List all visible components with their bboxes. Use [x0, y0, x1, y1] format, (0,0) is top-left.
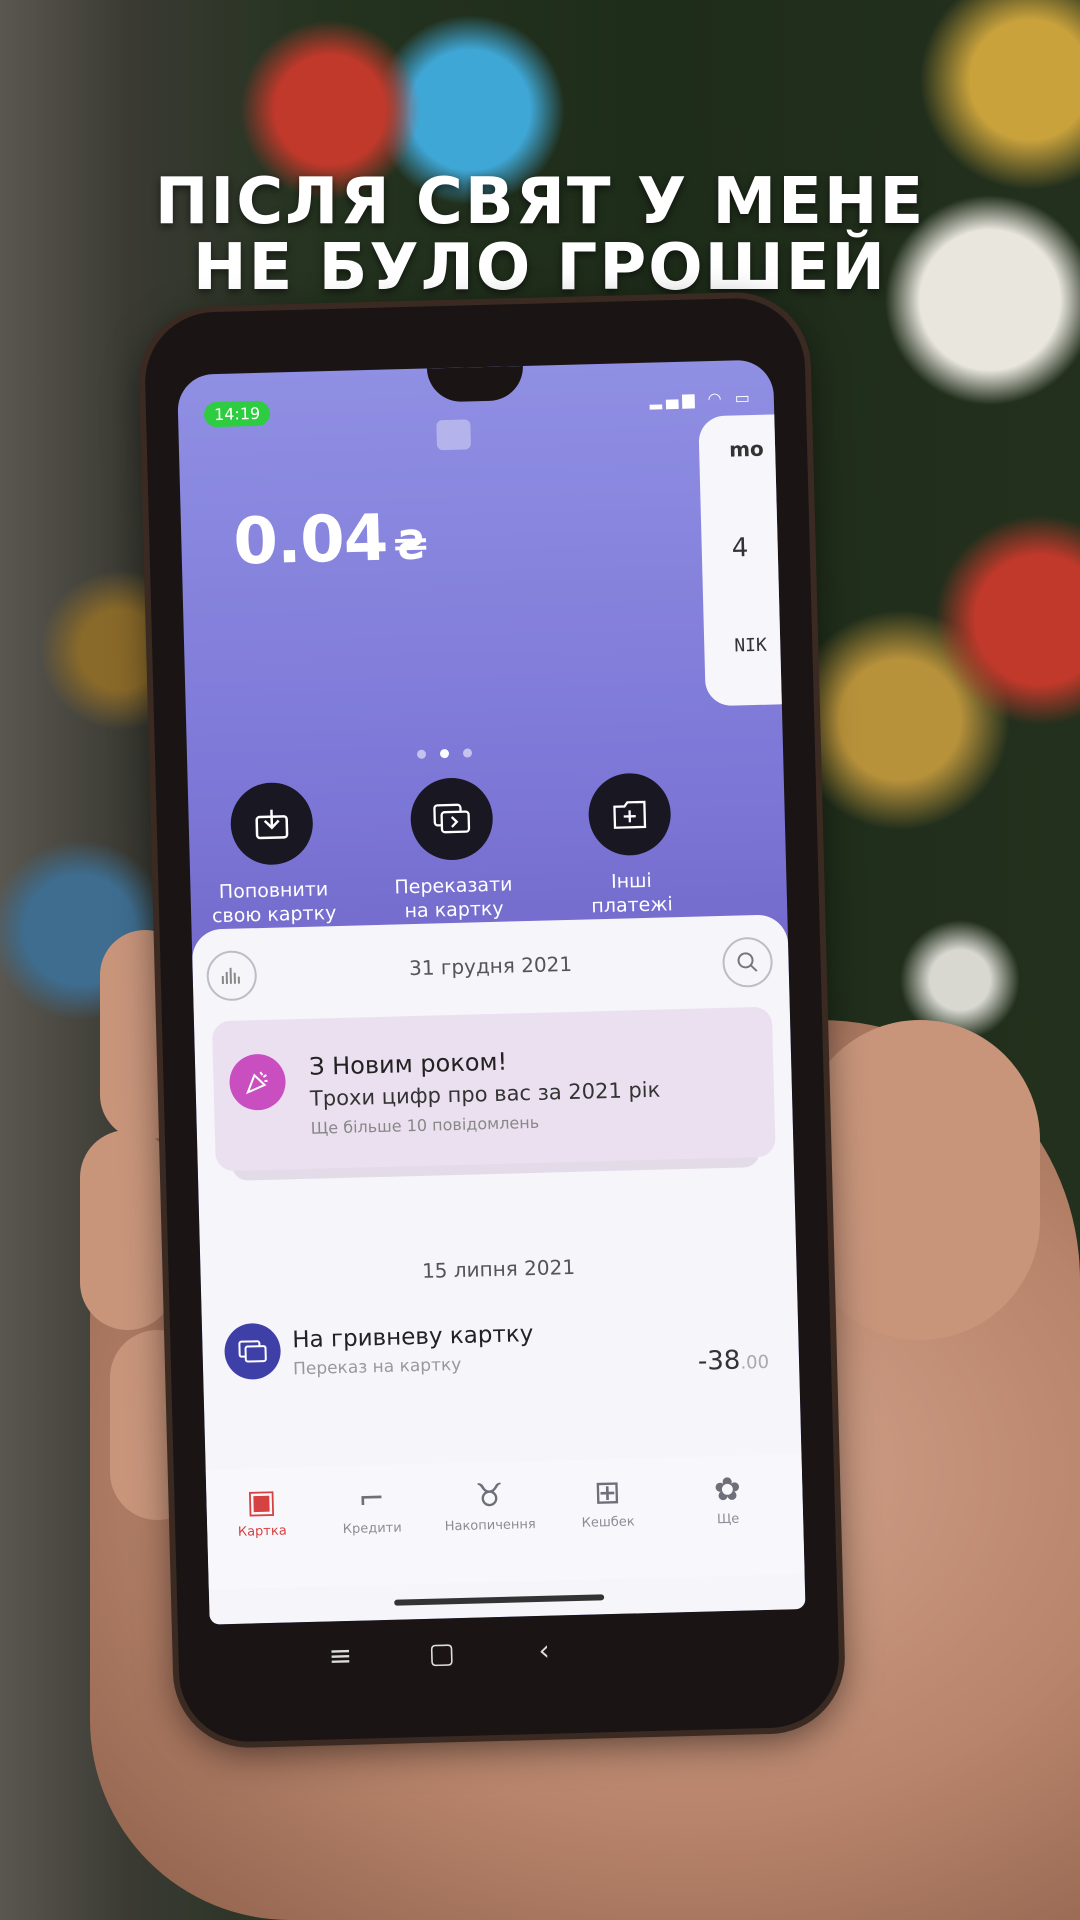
transfer-card-icon	[223, 1322, 282, 1381]
tab-credits[interactable]: ⌐ Кредити	[316, 1478, 427, 1538]
pager-dot	[416, 749, 427, 759]
bank-card-preview[interactable]: mo 4 NIK	[698, 413, 806, 707]
caption-line-1: ПІСЛЯ СВЯТ У МЕНЕ	[154, 165, 926, 239]
status-icons: ▂▄▆ ◠ ▭	[649, 388, 754, 410]
hand-finger	[80, 1130, 175, 1330]
search-button[interactable]	[721, 936, 774, 988]
new-year-notification-card[interactable]: З Новим роком! Трохи цифр про вас за 202…	[211, 1006, 776, 1172]
card-number: 4	[731, 533, 749, 564]
hand-thumb	[800, 1020, 1040, 1340]
tab-savings-label: Накопичення	[444, 1517, 536, 1535]
card-brand: mo	[728, 436, 765, 462]
add-payment-icon	[587, 772, 672, 857]
top-up-label-2: свою картку	[211, 902, 337, 928]
wifi-icon: ◠	[707, 388, 726, 409]
money-bag-icon: ♉	[474, 1475, 505, 1515]
tab-more[interactable]: ✿ Ще	[672, 1469, 783, 1529]
transaction-subtitle: Переказ на картку	[292, 1354, 462, 1380]
card-holder: NIK	[734, 634, 768, 657]
overlay-caption: ПІСЛЯ СВЯТ У МЕНЕ НЕ БУЛО ГРОШЕЙ	[0, 170, 1080, 302]
app-logo-icon	[436, 419, 472, 451]
card-pager-dots	[416, 742, 486, 763]
recent-apps-icon[interactable]: ≡	[328, 1639, 352, 1673]
tab-credits-label: Кредити	[342, 1520, 402, 1538]
pager-dot	[462, 748, 473, 758]
feed-date-header: 31 грудня 2021	[408, 951, 573, 981]
home-icon[interactable]: ▢	[428, 1636, 455, 1670]
notification-title: З Новим роком!	[308, 1047, 508, 1081]
other-payments-button[interactable]: Інші платежі	[544, 771, 718, 919]
signal-icon: ▂▄▆	[649, 389, 699, 410]
smartphone: 14:19 ▂▄▆ ◠ ▭ 0.04 ₴ mo 4 NIK Поповнити с…	[143, 296, 841, 1744]
notification-more: Ще більше 10 повідомлень	[310, 1112, 540, 1138]
notification-subtitle: Трохи цифр про вас за 2021 рік	[309, 1077, 661, 1111]
tab-savings[interactable]: ♉ Накопичення	[434, 1475, 545, 1535]
amount-whole: -38	[697, 1345, 741, 1377]
download-icon	[229, 781, 314, 866]
gift-icon: ⊞	[593, 1472, 622, 1512]
system-navigation-bar: ≡ ▢ ‹	[178, 1616, 839, 1693]
account-balance: 0.04 ₴	[232, 501, 427, 580]
sock-icon: ⌐	[357, 1478, 386, 1518]
bottom-tab-bar: ▣ Картка ⌐ Кредити ♉ Накопичення ⊞ Кешбе…	[205, 1454, 805, 1590]
tab-cashback-label: Кешбек	[581, 1514, 635, 1531]
feed-date-header: 15 липня 2021	[421, 1254, 576, 1283]
phone-screen: 14:19 ▂▄▆ ◠ ▭ 0.04 ₴ mo 4 NIK Поповнити с…	[177, 359, 806, 1625]
pager-dot-active	[439, 749, 450, 759]
more-icon: ✿	[713, 1469, 742, 1509]
status-time: 14:19	[203, 400, 271, 428]
currency-symbol: ₴	[392, 522, 428, 570]
card-icon: ▣	[245, 1481, 278, 1521]
transfer-to-card-button[interactable]: Переказати на картку	[366, 776, 540, 924]
tab-card[interactable]: ▣ Картка	[206, 1481, 317, 1541]
tab-card-label: Картка	[237, 1523, 287, 1540]
transfer-label-2: на картку	[404, 897, 504, 923]
top-up-card-button[interactable]: Поповнити свою картку	[186, 780, 360, 928]
search-icon	[737, 952, 758, 972]
battery-icon: ▭	[734, 387, 755, 408]
caption-line-2: НЕ БУЛО ГРОШЕЙ	[193, 231, 887, 305]
confetti-icon	[228, 1053, 287, 1111]
other-payments-label-2: платежі	[591, 893, 674, 918]
tab-cashback[interactable]: ⊞ Кешбек	[552, 1472, 663, 1532]
transfer-card-icon	[409, 776, 494, 862]
transaction-title: На гривневу картку	[291, 1321, 534, 1354]
back-icon[interactable]: ‹	[538, 1634, 550, 1667]
amount-cents: .00	[740, 1351, 770, 1374]
transaction-amount: -38.00	[698, 1345, 770, 1377]
camera-notch	[426, 365, 524, 403]
balance-amount: 0.04	[232, 501, 389, 580]
tab-more-label: Ще	[716, 1511, 740, 1528]
